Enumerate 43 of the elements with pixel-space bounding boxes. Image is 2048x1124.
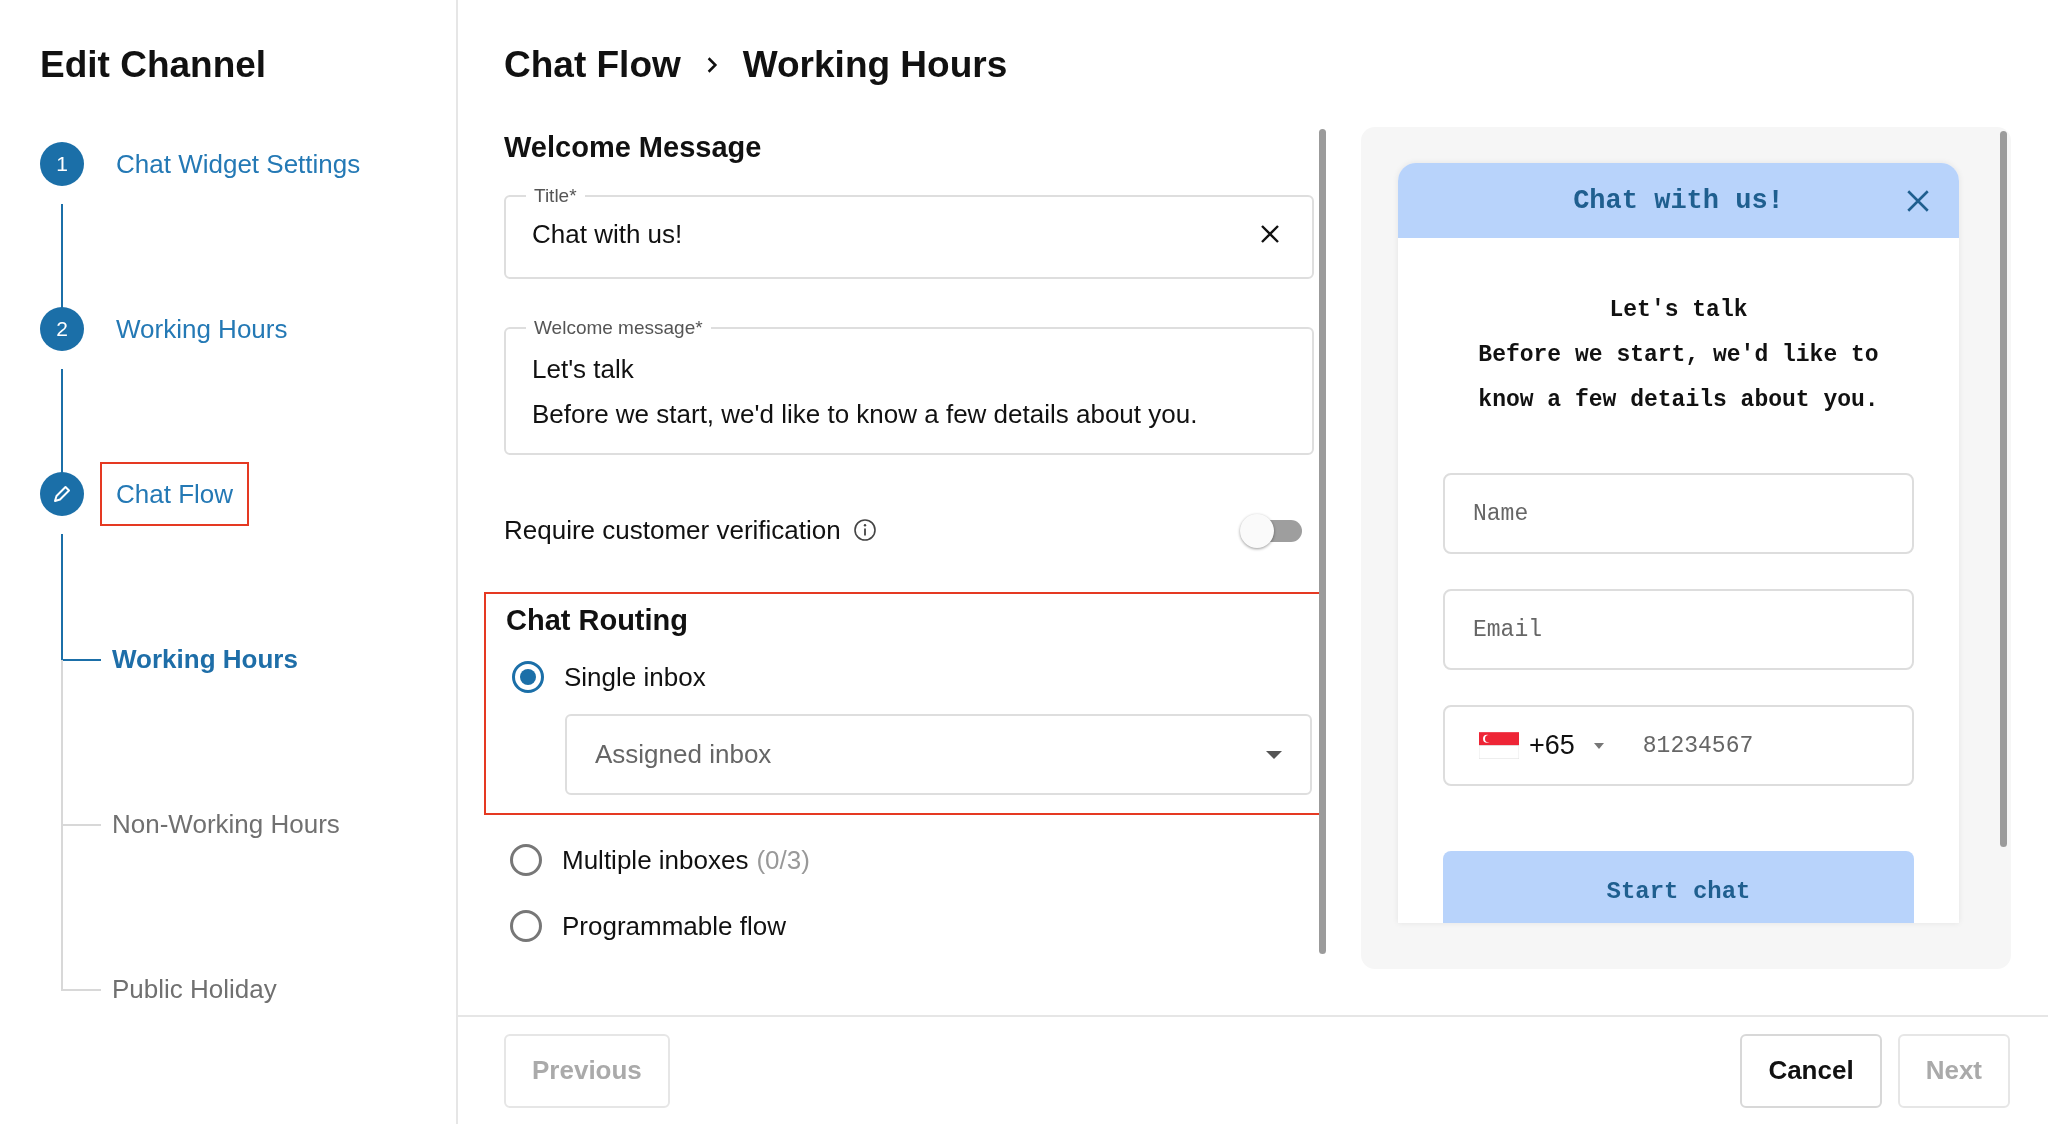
field-label: Title*: [533, 185, 578, 207]
close-icon[interactable]: [1905, 188, 1931, 214]
phone-field[interactable]: +65 81234567: [1443, 705, 1914, 786]
message-text[interactable]: Let's talk Before we start, we'd like to know a few details about you.: [526, 347, 1284, 437]
caret-icon: [1264, 748, 1284, 761]
widget-title: Chat with us!: [1573, 185, 1784, 216]
setting-label: Require customer verification: [504, 514, 841, 546]
radio-label: Multiple inboxes: [562, 844, 749, 876]
inbox-dropdown[interactable]: Assigned inbox: [565, 714, 1312, 795]
scrollbar[interactable]: [2000, 131, 2007, 847]
phone-input[interactable]: 81234567: [1642, 732, 1843, 759]
step-number: 2: [40, 307, 84, 351]
section-heading: Welcome Message: [504, 130, 763, 165]
breadcrumb-item: Working Hours: [742, 43, 1008, 87]
field-label: Welcome message*: [533, 317, 704, 339]
step-link[interactable]: Working Hours: [100, 297, 304, 361]
step-link[interactable]: Chat Flow: [100, 462, 250, 526]
toggle-switch[interactable]: [1240, 514, 1302, 546]
scrollbar[interactable]: [1319, 129, 1326, 954]
text-field[interactable]: Email: [1443, 589, 1914, 670]
widget-message: Let's talk Before we start, we'd like to know a few details about you.: [1477, 296, 1880, 415]
info-icon: [852, 518, 877, 542]
radio-label: Programmable flow: [562, 910, 786, 942]
substep-link[interactable]: Public Holiday: [112, 967, 277, 1011]
step-number: 1: [40, 142, 84, 186]
step-link[interactable]: Chat Widget Settings: [100, 132, 377, 196]
start-chat-button[interactable]: Start chat: [1443, 851, 1914, 923]
text-field[interactable]: Name: [1443, 473, 1914, 554]
radio-button[interactable]: [510, 844, 542, 876]
radio-button[interactable]: [512, 661, 544, 693]
substep-link[interactable]: Working Hours: [112, 637, 298, 681]
substep-link[interactable]: Non-Working Hours: [112, 802, 340, 846]
radio-label: Single inbox: [564, 661, 706, 693]
text-input[interactable]: Chat with us!: [526, 218, 1258, 250]
radio-button[interactable]: [510, 910, 542, 942]
section-heading: Chat Routing: [506, 603, 689, 638]
cancel-button[interactable]: Cancel: [1740, 1033, 1882, 1108]
flag-icon: [1479, 732, 1519, 759]
sidebar-title: Edit Channel: [40, 43, 268, 87]
breadcrumb-item[interactable]: Chat Flow: [504, 40, 681, 90]
country-code: +65: [1529, 730, 1575, 761]
caret-icon: [1592, 741, 1605, 750]
inbox-count: (0/3): [756, 844, 810, 876]
